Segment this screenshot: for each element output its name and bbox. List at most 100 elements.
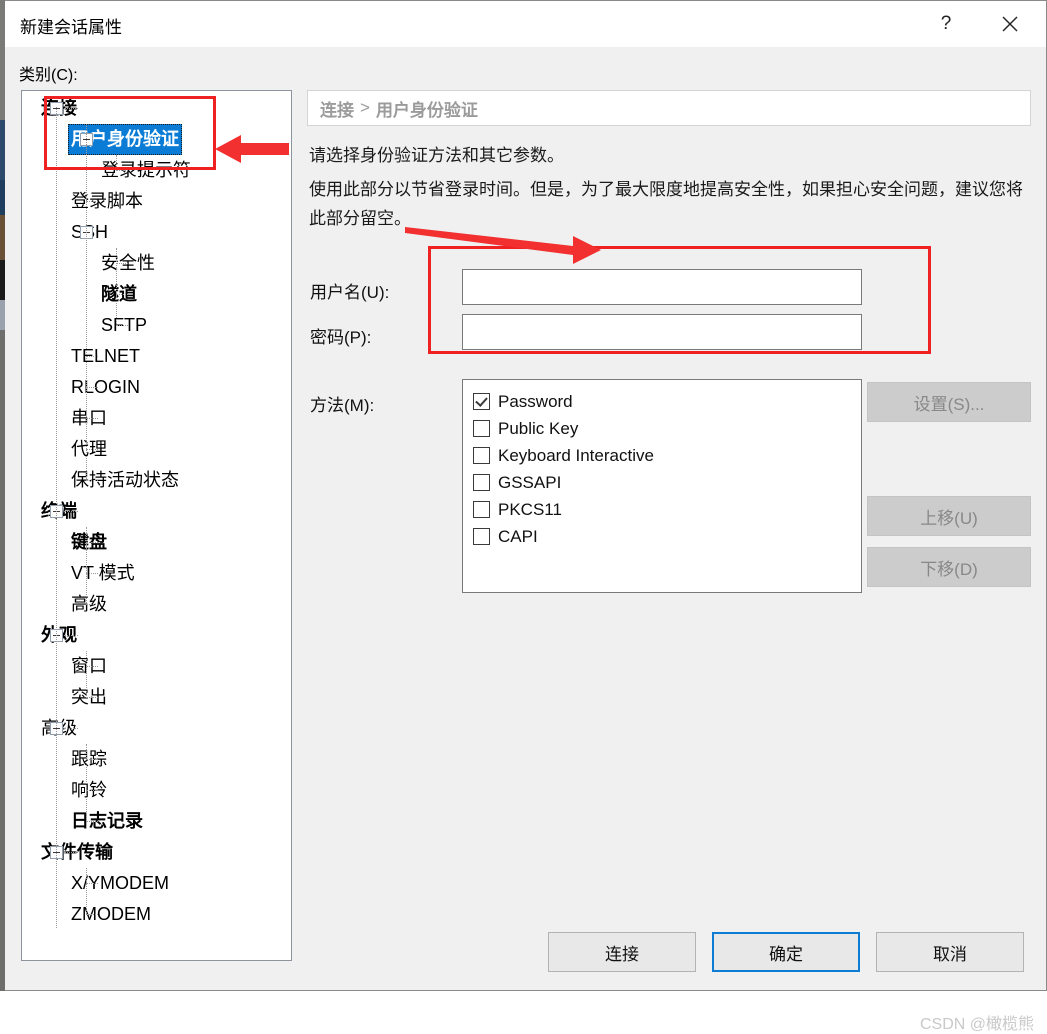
tree-guide-line bbox=[86, 356, 98, 357]
password-input[interactable] bbox=[462, 314, 862, 350]
tree-item-label: RLOGIN bbox=[71, 377, 141, 397]
tree-item[interactable]: RLOGIN bbox=[22, 372, 291, 403]
checkbox-icon[interactable] bbox=[473, 528, 490, 545]
tree-item-label: 日志记录 bbox=[71, 811, 143, 831]
tree-guide-line bbox=[86, 201, 98, 202]
tree-guide-line bbox=[86, 527, 87, 603]
username-input[interactable] bbox=[462, 269, 862, 305]
tree-item[interactable]: X/YMODEM bbox=[22, 868, 291, 899]
tree-item[interactable]: SSH bbox=[22, 217, 291, 248]
breadcrumb-current: 用户身份验证 bbox=[375, 100, 478, 120]
tree-item[interactable]: 终端 bbox=[22, 496, 291, 527]
breadcrumb-separator: > bbox=[360, 98, 370, 117]
tree-item-label: TELNET bbox=[71, 346, 141, 366]
methods-list[interactable]: Password Public Key Keyboard Interactive GS… bbox=[462, 379, 862, 593]
tree-item[interactable]: 用户身份验证 bbox=[22, 124, 291, 155]
tree-guide-line bbox=[116, 294, 128, 295]
method-row[interactable]: CAPI bbox=[473, 523, 861, 550]
tree-item[interactable]: 连接 bbox=[22, 93, 291, 124]
tree-guide-line bbox=[86, 651, 87, 696]
tree-item[interactable]: ZMODEM bbox=[22, 899, 291, 930]
checkbox-icon[interactable] bbox=[473, 447, 490, 464]
tree-guide-line bbox=[86, 604, 98, 605]
tree-item[interactable]: 跟踪 bbox=[22, 744, 291, 775]
checkbox-icon[interactable] bbox=[473, 474, 490, 491]
tree-item[interactable]: 登录提示符 bbox=[22, 155, 291, 186]
checkbox-icon[interactable] bbox=[473, 420, 490, 437]
tree-guide-line bbox=[86, 759, 98, 760]
tree-guide-line bbox=[86, 790, 98, 791]
tree-item[interactable]: 保持活动状态 bbox=[22, 465, 291, 496]
tree-guide-line bbox=[86, 697, 98, 698]
tree-guide-line bbox=[56, 107, 57, 928]
method-row[interactable]: PKCS11 bbox=[473, 496, 861, 523]
tree-guide-line bbox=[64, 511, 78, 512]
category-label: 类别(C): bbox=[19, 67, 78, 84]
tree-item[interactable]: 高级 bbox=[22, 589, 291, 620]
close-button[interactable] bbox=[982, 1, 1038, 47]
tree-item[interactable]: 日志记录 bbox=[22, 806, 291, 837]
watermark: CSDN @橄榄熊 bbox=[920, 1016, 1035, 1033]
method-label: CAPI bbox=[498, 526, 538, 546]
move-down-button[interactable]: 下移(D) bbox=[867, 547, 1031, 587]
new-session-properties-dialog: 新建会话属性 ? 类别(C): 连接用户身份验证登录提示符登录脚本SSH安全性隧… bbox=[5, 0, 1047, 1033]
method-label: Keyboard Interactive bbox=[498, 445, 654, 465]
tree-guide-line bbox=[116, 325, 128, 326]
tree-item-label: 安全性 bbox=[101, 253, 155, 273]
tree-item[interactable]: 安全性 bbox=[22, 248, 291, 279]
tree-item[interactable]: 突出 bbox=[22, 682, 291, 713]
tree-item[interactable]: 串口 bbox=[22, 403, 291, 434]
tree-item[interactable]: 登录脚本 bbox=[22, 186, 291, 217]
checkbox-checked-icon[interactable] bbox=[473, 393, 490, 410]
tree-item[interactable]: SFTP bbox=[22, 310, 291, 341]
method-label: Public Key bbox=[498, 418, 579, 438]
tree-item[interactable]: 键盘 bbox=[22, 527, 291, 558]
dialog-body: 类别(C): 连接用户身份验证登录提示符登录脚本SSH安全性隧道SFTPTELN… bbox=[5, 47, 1046, 1033]
method-row[interactable]: Password bbox=[473, 388, 861, 415]
checkbox-icon[interactable] bbox=[473, 501, 490, 518]
tree-guide-line bbox=[86, 449, 98, 450]
tree-item[interactable]: 窗口 bbox=[22, 651, 291, 682]
tree-item-label: ZMODEM bbox=[71, 904, 151, 924]
ok-button[interactable]: 确定 bbox=[712, 932, 860, 972]
help-button[interactable]: ? bbox=[918, 1, 974, 47]
tree-guide-line bbox=[64, 852, 78, 853]
method-row[interactable]: Keyboard Interactive bbox=[473, 442, 861, 469]
tree-item[interactable]: 代理 bbox=[22, 434, 291, 465]
tree-item[interactable]: VT 模式 bbox=[22, 558, 291, 589]
tree-guide-line bbox=[116, 155, 117, 169]
tree-guide-line bbox=[86, 387, 98, 388]
cancel-button[interactable]: 取消 bbox=[876, 932, 1024, 972]
tree-item[interactable]: TELNET bbox=[22, 341, 291, 372]
question-mark-icon: ? bbox=[940, 13, 952, 34]
tree-guide-line bbox=[86, 821, 98, 822]
tree-guide-line bbox=[86, 914, 98, 915]
tree-guide-line bbox=[86, 542, 98, 543]
category-tree[interactable]: 连接用户身份验证登录提示符登录脚本 SSH 安全性隧道SFTP TELNET RLOGI… bbox=[21, 90, 292, 961]
tree-item[interactable]: 外观 bbox=[22, 620, 291, 651]
method-label: Password bbox=[498, 391, 573, 411]
tree-item[interactable]: 隧道 bbox=[22, 279, 291, 310]
tree-guide-line bbox=[116, 263, 128, 264]
tree-item-label: X/YMODEM bbox=[71, 873, 170, 893]
tree-guide-line bbox=[86, 418, 98, 419]
tree-item[interactable]: 文件传输 bbox=[22, 837, 291, 868]
connect-button[interactable]: 连接 bbox=[548, 932, 696, 972]
password-label: 密码(P): bbox=[310, 328, 372, 347]
tree-guide-line bbox=[64, 108, 78, 109]
method-row[interactable]: Public Key bbox=[473, 415, 861, 442]
tree-guide-line bbox=[86, 480, 98, 481]
tree-guide-line bbox=[86, 124, 87, 479]
properties-button[interactable]: 设置(S)... bbox=[867, 382, 1031, 422]
breadcrumb-parent: 连接 bbox=[320, 100, 354, 120]
tree-item[interactable]: 高级 bbox=[22, 713, 291, 744]
username-label: 用户名(U): bbox=[310, 283, 390, 302]
tree-guide-line bbox=[64, 635, 78, 636]
window-title: 新建会话属性 bbox=[20, 18, 122, 37]
tree-guide-line bbox=[116, 170, 128, 171]
tree-item[interactable]: 响铃 bbox=[22, 775, 291, 806]
method-row[interactable]: GSSAPI bbox=[473, 469, 861, 496]
move-up-button[interactable]: 上移(U) bbox=[867, 496, 1031, 536]
method-label: PKCS11 bbox=[498, 499, 562, 519]
close-icon bbox=[1000, 14, 1020, 34]
